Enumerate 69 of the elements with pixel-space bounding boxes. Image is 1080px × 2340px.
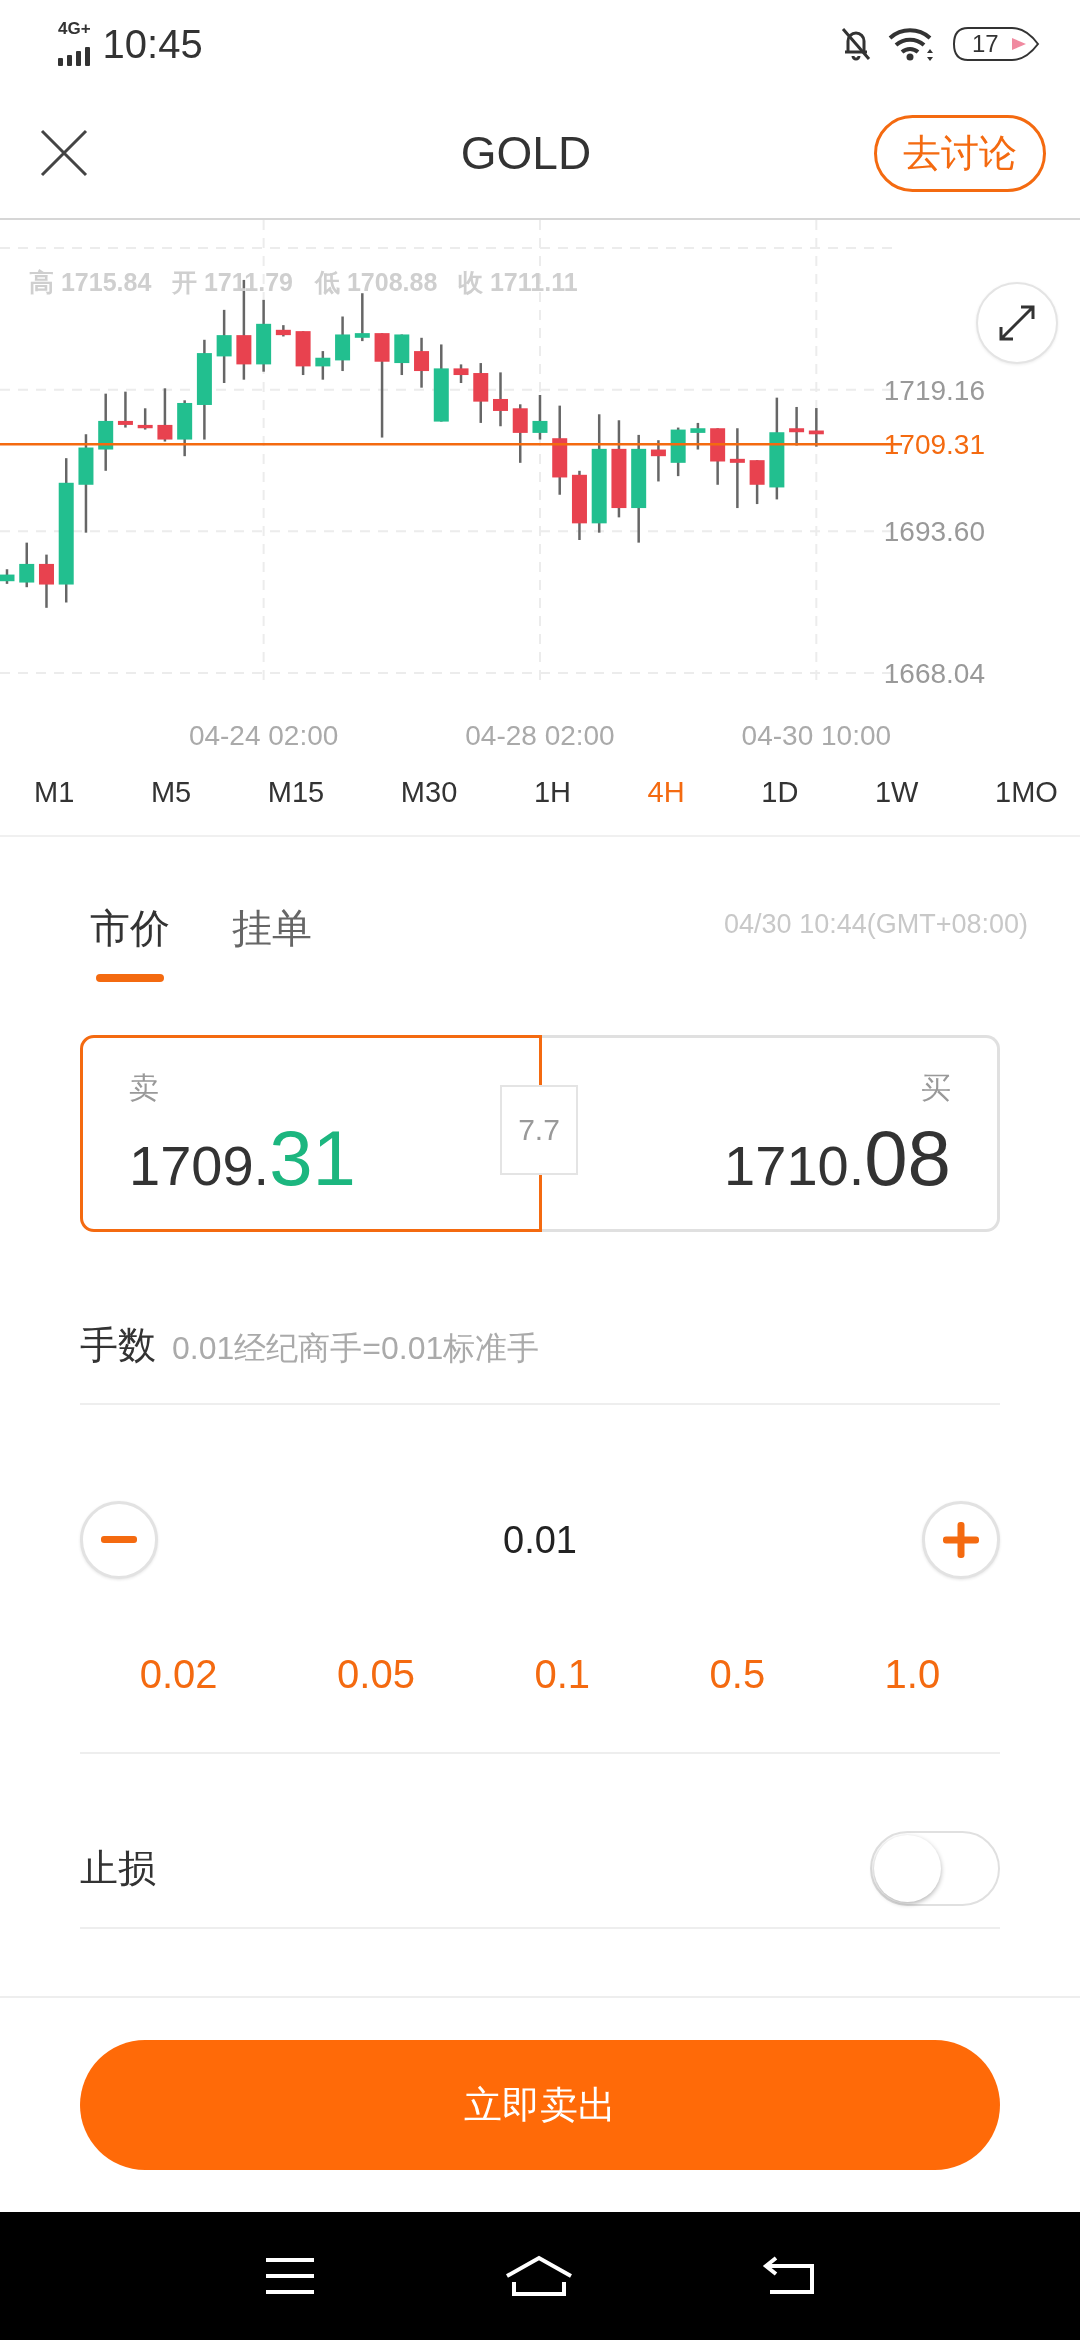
candle — [453, 364, 469, 383]
candle — [39, 554, 54, 608]
battery-level: 17 — [972, 31, 999, 57]
signal-icon — [58, 46, 92, 66]
timeframe-tab[interactable]: M5 — [150, 776, 192, 809]
timeframe-tab[interactable]: M30 — [400, 776, 458, 809]
price-label: 1668.04 — [883, 658, 985, 689]
timeframe-tab[interactable]: 1D — [761, 776, 799, 809]
candle — [493, 372, 508, 427]
timeframe-tab[interactable]: 1MO — [995, 776, 1058, 809]
expand-icon — [997, 303, 1037, 343]
candle — [690, 422, 706, 450]
plus-icon — [943, 1522, 979, 1558]
minus-icon — [101, 1536, 137, 1544]
close-icon[interactable] — [40, 129, 88, 177]
quote-price: 1709.31 — [129, 1113, 356, 1204]
time-label: 04-28 02:00 — [465, 720, 615, 750]
time-label: 04-24 02:00 — [188, 720, 339, 750]
candle — [177, 400, 193, 457]
quote-label: 卖 — [129, 1070, 159, 1106]
price-label: 1719.16 — [883, 374, 985, 406]
wifi-icon — [888, 27, 936, 61]
tab-indicator — [96, 974, 164, 982]
quote-price: 1710.08 — [724, 1113, 951, 1204]
candle — [157, 388, 173, 442]
current-price-label: 1709.31 — [883, 429, 985, 461]
candle — [335, 316, 351, 372]
lots-label: 手数 — [80, 1323, 156, 1368]
stop-loss-label: 止损 — [80, 1845, 156, 1891]
candle — [275, 325, 291, 337]
spread-value: 7.7 — [500, 1085, 578, 1175]
menu-icon[interactable] — [264, 2256, 316, 2296]
timeframe-tab[interactable]: M1 — [34, 776, 75, 809]
lots-value: 0.01 — [503, 1518, 577, 1562]
candle — [0, 569, 15, 584]
candle — [295, 331, 311, 376]
status-time: 10:45 — [102, 21, 203, 67]
candle — [394, 334, 410, 376]
bell-off-icon — [840, 26, 872, 62]
candle — [532, 395, 548, 440]
candle — [512, 404, 528, 463]
candle — [19, 542, 35, 588]
candle — [137, 408, 153, 430]
candle — [571, 470, 587, 540]
timeframe-tab[interactable]: 1H — [533, 776, 571, 809]
page-title: GOLD — [459, 126, 593, 180]
candle — [808, 408, 824, 447]
candle — [710, 428, 726, 485]
order-type-tab[interactable]: 挂单 — [232, 901, 312, 956]
candle — [315, 351, 331, 380]
back-icon[interactable] — [762, 2256, 816, 2296]
order-type-tab[interactable]: 市价 — [90, 901, 170, 956]
timeframe-tab[interactable]: 1W — [874, 776, 919, 809]
candle — [749, 460, 765, 505]
time-label: 04-30 10:00 — [741, 720, 892, 750]
battery-icon — [952, 26, 1040, 62]
timeframe-tab[interactable]: M15 — [267, 776, 325, 809]
candle — [414, 337, 430, 388]
home-icon[interactable] — [504, 2254, 574, 2298]
candle — [473, 363, 489, 423]
candle — [354, 293, 370, 342]
candle — [650, 440, 666, 482]
candle — [789, 406, 805, 446]
candle — [670, 427, 686, 477]
network-type: 4G+ — [58, 20, 91, 37]
lots-hint: 0.01经纪商手=0.01标准手 — [172, 1329, 540, 1368]
price-label: 1693.60 — [883, 516, 985, 548]
quote-label: 买 — [921, 1070, 951, 1106]
candle — [117, 391, 133, 428]
